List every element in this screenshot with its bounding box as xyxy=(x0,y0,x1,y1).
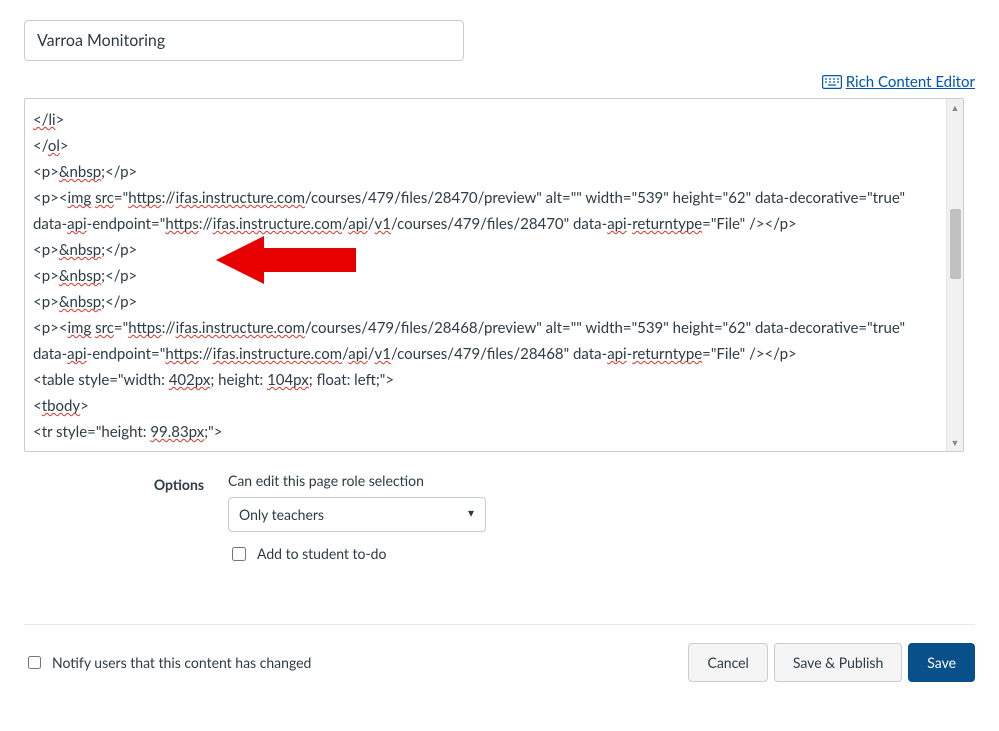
scroll-down-arrow[interactable]: ▼ xyxy=(951,434,960,451)
cancel-button[interactable]: Cancel xyxy=(688,643,767,682)
scroll-up-arrow[interactable]: ▲ xyxy=(951,99,960,116)
add-to-todo-label: Add to student to-do xyxy=(257,545,386,562)
html-editor-textarea[interactable]: </li></ol><p>&nbsp;</p><p><img src="http… xyxy=(25,99,963,451)
keyboard-icon xyxy=(822,75,842,92)
notify-users-label: Notify users that this content has chang… xyxy=(52,654,311,671)
scrollbar[interactable]: ▲ ▼ xyxy=(946,99,963,451)
role-select[interactable]: Only teachers xyxy=(228,497,486,532)
html-editor-container: </li></ol><p>&nbsp;</p><p><img src="http… xyxy=(24,98,964,452)
save-button[interactable]: Save xyxy=(908,643,975,682)
add-to-todo-checkbox[interactable] xyxy=(232,547,246,561)
save-publish-button[interactable]: Save & Publish xyxy=(774,643,902,682)
role-select-label: Can edit this page role selection xyxy=(228,472,975,489)
rich-content-editor-link[interactable]: Rich Content Editor xyxy=(846,73,975,91)
page-title-input[interactable] xyxy=(24,20,464,61)
scroll-thumb[interactable] xyxy=(950,209,961,279)
notify-users-checkbox[interactable] xyxy=(28,656,41,669)
options-heading: Options xyxy=(24,472,204,493)
